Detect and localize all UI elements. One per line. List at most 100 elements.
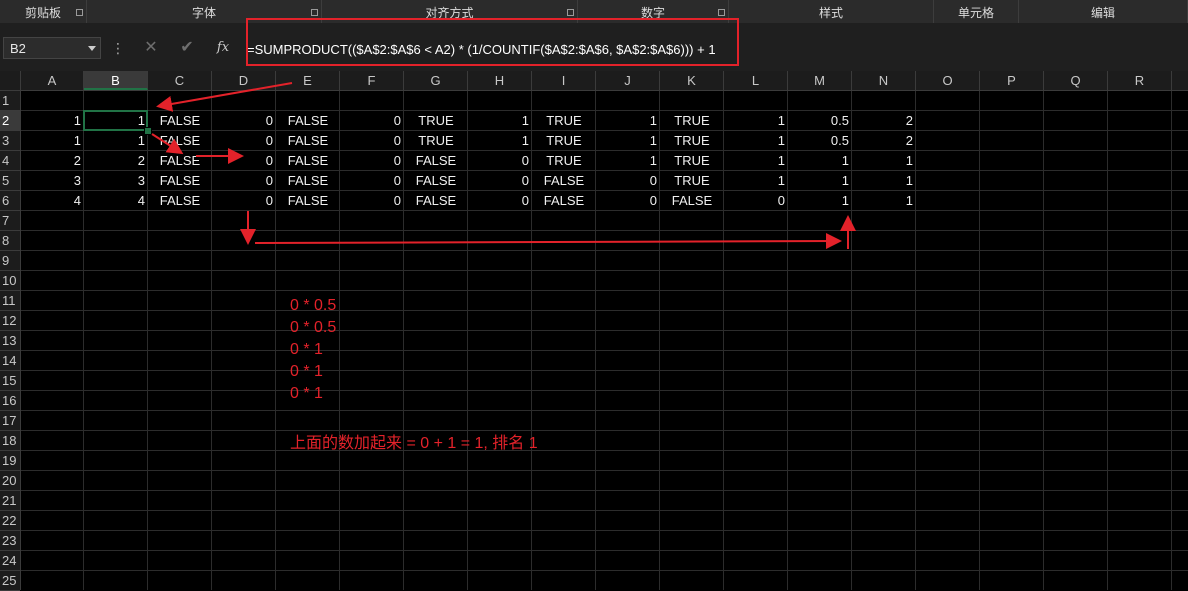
cell-f3[interactable]: 0: [340, 131, 404, 151]
column-header-r[interactable]: R: [1108, 71, 1172, 90]
row-header-8[interactable]: 8: [0, 231, 20, 251]
cell-n4[interactable]: 1: [852, 151, 916, 171]
cell-c2[interactable]: FALSE: [148, 111, 212, 131]
row-header-1[interactable]: 1: [0, 91, 20, 111]
cell-a3[interactable]: 1: [21, 131, 84, 151]
cell-j3[interactable]: 1: [596, 131, 660, 151]
cell-i2[interactable]: TRUE: [532, 111, 596, 131]
cell-g3[interactable]: TRUE: [404, 131, 468, 151]
cell-l5[interactable]: 1: [724, 171, 788, 191]
cell-g6[interactable]: FALSE: [404, 191, 468, 211]
insert-function-icon[interactable]: fx: [212, 37, 234, 59]
row-header-6[interactable]: 6: [0, 191, 20, 211]
check-icon[interactable]: ✔: [176, 37, 198, 59]
cell-n2[interactable]: 2: [852, 111, 916, 131]
column-header-m[interactable]: M: [788, 71, 852, 90]
cell-k6[interactable]: FALSE: [660, 191, 724, 211]
cell-i3[interactable]: TRUE: [532, 131, 596, 151]
column-header-o[interactable]: O: [916, 71, 980, 90]
row-header-24[interactable]: 24: [0, 551, 20, 571]
cell-h4[interactable]: 0: [468, 151, 532, 171]
column-header-c[interactable]: C: [148, 71, 212, 90]
cell-g4[interactable]: FALSE: [404, 151, 468, 171]
cell-c5[interactable]: FALSE: [148, 171, 212, 191]
column-header-e[interactable]: E: [276, 71, 340, 90]
row-header-15[interactable]: 15: [0, 371, 20, 391]
cell-grid[interactable]: 1 1 FALSE 0 FALSE 0 TRUE 1 TRUE 1 TRUE 1 0.5 2 1 1 FALSE…: [21, 91, 1188, 590]
dialog-launcher-icon[interactable]: [311, 9, 318, 16]
cell-b6[interactable]: 4: [84, 191, 148, 211]
column-header-p[interactable]: P: [980, 71, 1044, 90]
row-header-13[interactable]: 13: [0, 331, 20, 351]
cell-n3[interactable]: 2: [852, 131, 916, 151]
cell-b4[interactable]: 2: [84, 151, 148, 171]
cell-f6[interactable]: 0: [340, 191, 404, 211]
cell-j4[interactable]: 1: [596, 151, 660, 171]
column-header-l[interactable]: L: [724, 71, 788, 90]
cell-g2[interactable]: TRUE: [404, 111, 468, 131]
cell-e3[interactable]: FALSE: [276, 131, 340, 151]
column-header-i[interactable]: I: [532, 71, 596, 90]
cell-a6[interactable]: 4: [21, 191, 84, 211]
cell-m3[interactable]: 0.5: [788, 131, 852, 151]
row-header-2[interactable]: 2: [0, 111, 20, 131]
active-cell-border[interactable]: [83, 110, 148, 131]
cell-i5[interactable]: FALSE: [532, 171, 596, 191]
cell-h3[interactable]: 1: [468, 131, 532, 151]
cell-k5[interactable]: TRUE: [660, 171, 724, 191]
row-header-17[interactable]: 17: [0, 411, 20, 431]
cell-a5[interactable]: 3: [21, 171, 84, 191]
column-header-n[interactable]: N: [852, 71, 916, 90]
cell-e2[interactable]: FALSE: [276, 111, 340, 131]
row-header-16[interactable]: 16: [0, 391, 20, 411]
cell-n5[interactable]: 1: [852, 171, 916, 191]
more-options-icon[interactable]: ⋮: [107, 37, 129, 59]
cell-b3[interactable]: 1: [84, 131, 148, 151]
cell-a4[interactable]: 2: [21, 151, 84, 171]
select-all-corner[interactable]: [0, 71, 21, 90]
row-header-14[interactable]: 14: [0, 351, 20, 371]
cell-l6[interactable]: 0: [724, 191, 788, 211]
column-header-g[interactable]: G: [404, 71, 468, 90]
cell-c4[interactable]: FALSE: [148, 151, 212, 171]
column-header-h[interactable]: H: [468, 71, 532, 90]
dialog-launcher-icon[interactable]: [567, 9, 574, 16]
row-header-10[interactable]: 10: [0, 271, 20, 291]
row-header-7[interactable]: 7: [0, 211, 20, 231]
dialog-launcher-icon[interactable]: [718, 9, 725, 16]
cell-e5[interactable]: FALSE: [276, 171, 340, 191]
cell-l2[interactable]: 1: [724, 111, 788, 131]
row-header-19[interactable]: 19: [0, 451, 20, 471]
cell-j5[interactable]: 0: [596, 171, 660, 191]
cell-a2[interactable]: 1: [21, 111, 84, 131]
row-header-12[interactable]: 12: [0, 311, 20, 331]
close-icon[interactable]: ✕: [140, 37, 162, 59]
cell-e4[interactable]: FALSE: [276, 151, 340, 171]
cell-m4[interactable]: 1: [788, 151, 852, 171]
row-header-21[interactable]: 21: [0, 491, 20, 511]
chevron-down-icon[interactable]: [88, 46, 96, 51]
cell-e6[interactable]: FALSE: [276, 191, 340, 211]
cell-b5[interactable]: 3: [84, 171, 148, 191]
cell-h5[interactable]: 0: [468, 171, 532, 191]
cell-j6[interactable]: 0: [596, 191, 660, 211]
cell-d3[interactable]: 0: [212, 131, 276, 151]
column-header-b[interactable]: B: [84, 71, 148, 90]
cell-n6[interactable]: 1: [852, 191, 916, 211]
cell-i4[interactable]: TRUE: [532, 151, 596, 171]
cell-m5[interactable]: 1: [788, 171, 852, 191]
column-header-a[interactable]: A: [21, 71, 84, 90]
cell-f2[interactable]: 0: [340, 111, 404, 131]
cell-h6[interactable]: 0: [468, 191, 532, 211]
cell-h2[interactable]: 1: [468, 111, 532, 131]
row-header-4[interactable]: 4: [0, 151, 20, 171]
cell-d4[interactable]: 0: [212, 151, 276, 171]
row-header-5[interactable]: 5: [0, 171, 20, 191]
cell-f4[interactable]: 0: [340, 151, 404, 171]
cell-i6[interactable]: FALSE: [532, 191, 596, 211]
cell-d5[interactable]: 0: [212, 171, 276, 191]
name-box[interactable]: B2: [3, 37, 101, 59]
fill-handle[interactable]: [144, 127, 152, 135]
row-header-20[interactable]: 20: [0, 471, 20, 491]
column-header-k[interactable]: K: [660, 71, 724, 90]
